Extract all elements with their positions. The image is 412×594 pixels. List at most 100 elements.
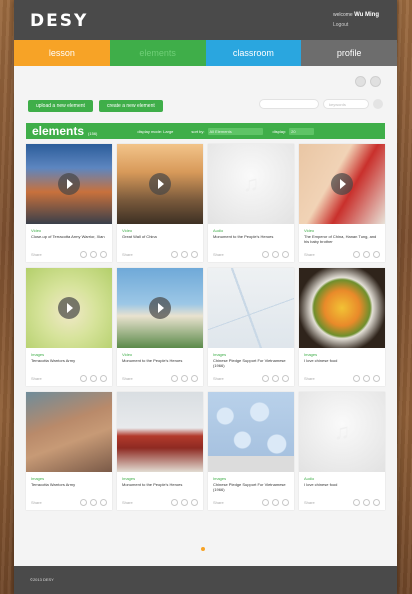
user-name[interactable]: Wu Ming (354, 12, 379, 18)
element-card[interactable]: Images Terracotta Warriors Army Share (26, 268, 112, 386)
mountain-thumbnail[interactable] (117, 144, 203, 224)
more-icon[interactable] (373, 375, 380, 382)
view-icon[interactable] (353, 375, 360, 382)
share-label[interactable]: Share (213, 500, 259, 505)
view-icon[interactable] (353, 499, 360, 506)
more-icon[interactable] (100, 375, 107, 382)
view-icon[interactable] (262, 251, 269, 258)
share-label[interactable]: Share (213, 376, 259, 381)
tab-profile[interactable]: profile (301, 40, 397, 66)
edit-icon[interactable] (272, 251, 279, 258)
share-label[interactable]: Share (122, 376, 168, 381)
more-icon[interactable] (191, 375, 198, 382)
beach-thumbnail[interactable] (117, 268, 203, 348)
element-card[interactable]: Images Chinese Pledge Support For Vietna… (208, 392, 294, 510)
edit-icon[interactable] (90, 375, 97, 382)
display-mode-label[interactable]: display mode: Large (137, 129, 173, 134)
settings-icon[interactable] (370, 76, 381, 87)
play-icon[interactable] (58, 297, 80, 319)
element-card[interactable]: Video Monument to the People's Heroes Sh… (117, 268, 203, 386)
edit-icon[interactable] (272, 499, 279, 506)
mask-portrait-thumbnail[interactable] (299, 144, 385, 224)
audio-thumbnail[interactable]: ♫ (208, 144, 294, 224)
share-label[interactable]: Share (122, 252, 168, 257)
element-title[interactable]: The Emperor of China, Hanan Tung, and hi… (304, 234, 380, 249)
edit-icon[interactable] (363, 375, 370, 382)
keyword-search-input[interactable]: keywords (323, 99, 369, 109)
tab-elements[interactable]: elements (109, 40, 206, 66)
element-card[interactable]: ♫ Audio Monument to the People's Heroes … (208, 144, 294, 262)
map-thumbnail[interactable] (208, 268, 294, 348)
display-count-select[interactable]: 20 (289, 127, 315, 135)
filter-input[interactable] (259, 99, 319, 109)
share-label[interactable]: Share (304, 252, 350, 257)
element-card[interactable]: Images Chinese Pledge Support For Vietna… (208, 268, 294, 386)
element-card[interactable]: Images Monument to the People's Heroes S… (117, 392, 203, 510)
element-title[interactable]: Close-up of Terracotta Army Warrior, Xia… (31, 234, 107, 249)
share-label[interactable]: Share (31, 376, 77, 381)
terracotta-thumbnail[interactable] (26, 392, 112, 472)
view-icon[interactable] (80, 375, 87, 382)
view-icon[interactable] (171, 251, 178, 258)
share-label[interactable]: Share (122, 500, 168, 505)
edit-icon[interactable] (363, 251, 370, 258)
play-icon[interactable] (331, 173, 353, 195)
element-title[interactable]: Terracotta Warriors Army (31, 358, 107, 373)
more-icon[interactable] (100, 251, 107, 258)
share-label[interactable]: Share (304, 376, 350, 381)
more-icon[interactable] (100, 499, 107, 506)
more-icon[interactable] (282, 375, 289, 382)
edit-icon[interactable] (363, 499, 370, 506)
more-icon[interactable] (191, 499, 198, 506)
element-card[interactable]: Images I love chinese food Share (299, 268, 385, 386)
view-icon[interactable] (262, 499, 269, 506)
play-icon[interactable] (149, 173, 171, 195)
desy-logo[interactable]: DESY (30, 11, 88, 31)
search-icon[interactable] (373, 99, 383, 109)
water-cube-thumbnail[interactable] (208, 392, 294, 472)
dumpling-thumbnail[interactable] (26, 268, 112, 348)
element-title[interactable]: Monument to the People's Heroes (122, 358, 198, 373)
share-label[interactable]: Share (213, 252, 259, 257)
element-card[interactable]: Video The Emperor of China, Hanan Tung, … (299, 144, 385, 262)
share-label[interactable]: Share (31, 500, 77, 505)
view-icon[interactable] (171, 375, 178, 382)
create-element-button[interactable]: create a new element (98, 100, 163, 112)
edit-icon[interactable] (272, 375, 279, 382)
play-icon[interactable] (58, 173, 80, 195)
edit-icon[interactable] (181, 499, 188, 506)
food-bowl-thumbnail[interactable] (299, 268, 385, 348)
edit-icon[interactable] (90, 499, 97, 506)
view-icon[interactable] (80, 251, 87, 258)
play-icon[interactable] (149, 297, 171, 319)
more-icon[interactable] (373, 251, 380, 258)
edit-icon[interactable] (181, 375, 188, 382)
share-label[interactable]: Share (31, 252, 77, 257)
view-icon[interactable] (171, 499, 178, 506)
element-card[interactable]: Video Great Wall of China Share (117, 144, 203, 262)
element-title[interactable]: I love chinese food (304, 482, 380, 497)
element-title[interactable]: Terracotta Warriors Army (31, 482, 107, 497)
element-title[interactable]: Monument to the People's Heroes (122, 482, 198, 497)
more-icon[interactable] (282, 499, 289, 506)
more-icon[interactable] (191, 251, 198, 258)
view-icon[interactable] (80, 499, 87, 506)
edit-icon[interactable] (90, 251, 97, 258)
sort-select[interactable]: All Elements (207, 127, 263, 135)
edit-icon[interactable] (181, 251, 188, 258)
city-night-thumbnail[interactable] (26, 144, 112, 224)
help-icon[interactable] (355, 76, 366, 87)
more-icon[interactable] (282, 251, 289, 258)
view-icon[interactable] (262, 375, 269, 382)
element-title[interactable]: Great Wall of China (122, 234, 198, 249)
view-icon[interactable] (353, 251, 360, 258)
tab-classroom[interactable]: classroom (205, 40, 302, 66)
element-title[interactable]: Chinese Pledge Support For Vietnamese (1… (213, 358, 289, 373)
element-title[interactable]: Chinese Pledge Support For Vietnamese (1… (213, 482, 289, 497)
more-icon[interactable] (373, 499, 380, 506)
element-title[interactable]: I love chinese food (304, 358, 380, 373)
gate-thumbnail[interactable] (117, 392, 203, 472)
logout-link[interactable]: Logout (333, 22, 379, 28)
element-card[interactable]: Images Terracotta Warriors Army Share (26, 392, 112, 510)
share-label[interactable]: Share (304, 500, 350, 505)
